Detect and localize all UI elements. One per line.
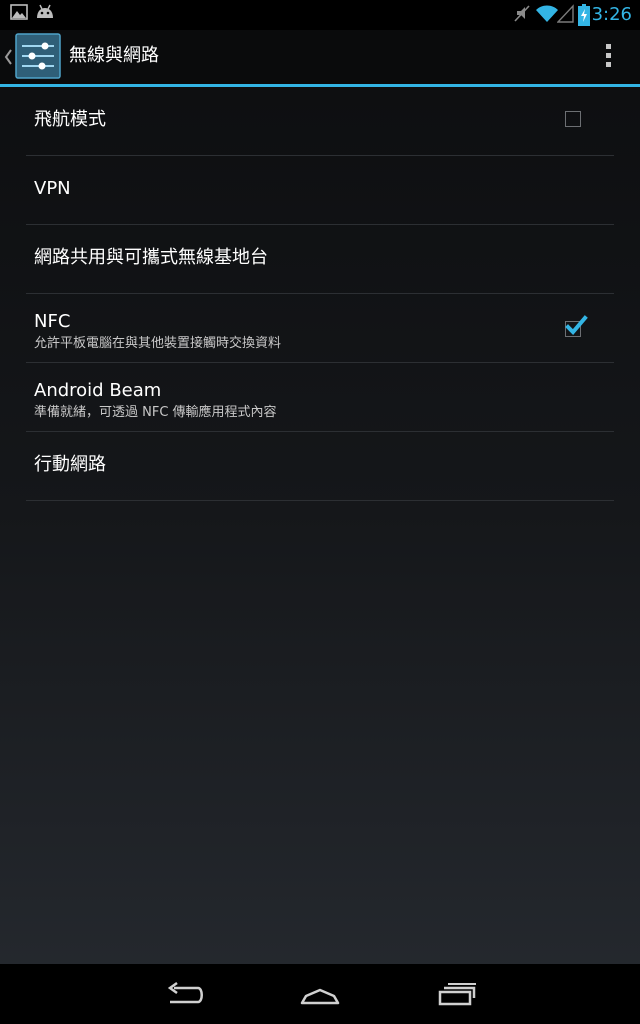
up-caret-icon[interactable]: [3, 47, 13, 67]
nfc-checkbox[interactable]: [565, 315, 588, 337]
battery-charging-icon: [578, 4, 590, 26]
settings-list: 飛航模式 VPN 網路共用與可攜式無線基地台 NFC 允許平板電腦在與其他裝置接…: [26, 87, 614, 501]
setting-vpn[interactable]: VPN: [26, 156, 614, 225]
airplane-mode-checkbox[interactable]: [565, 111, 581, 127]
setting-title: VPN: [34, 178, 71, 199]
setting-title: 行動網路: [34, 454, 106, 475]
wifi-icon: [536, 5, 558, 22]
signal-icon: [557, 4, 574, 23]
setting-android-beam[interactable]: Android Beam 準備就緒，可透過 NFC 傳輸應用程式內容: [26, 363, 614, 432]
action-bar: 無線與網路: [0, 30, 640, 84]
setting-title: 網路共用與可攜式無線基地台: [34, 247, 268, 268]
settings-sliders-icon[interactable]: [15, 33, 61, 79]
setting-mobile-network[interactable]: 行動網路: [26, 432, 614, 501]
screen: 3:26 無線與網路 飛航模式 VPN 網路共用與可攜式無線基地台 NFC 允許…: [0, 0, 640, 1024]
setting-title: Android Beam: [34, 380, 162, 401]
overflow-menu-icon[interactable]: [604, 44, 612, 70]
image-notification-icon: [10, 4, 28, 20]
home-icon[interactable]: [298, 976, 342, 1012]
back-icon[interactable]: [162, 976, 206, 1012]
recents-icon[interactable]: [436, 976, 480, 1012]
page-title: 無線與網路: [69, 45, 159, 66]
setting-nfc[interactable]: NFC 允許平板電腦在與其他裝置接觸時交換資料: [26, 294, 614, 363]
status-bar: 3:26: [0, 0, 640, 30]
mute-icon: [514, 5, 530, 22]
navigation-bar: [0, 964, 640, 1024]
status-time: 3:26: [591, 4, 632, 25]
setting-title: 飛航模式: [34, 109, 106, 130]
android-notification-icon: [37, 4, 53, 18]
setting-summary: 允許平板電腦在與其他裝置接觸時交換資料: [34, 336, 282, 351]
setting-title: NFC: [34, 311, 71, 332]
setting-summary: 準備就緒，可透過 NFC 傳輸應用程式內容: [34, 405, 277, 420]
checkmark-icon: [565, 315, 588, 335]
setting-airplane-mode[interactable]: 飛航模式: [26, 87, 614, 156]
setting-tethering-hotspot[interactable]: 網路共用與可攜式無線基地台: [26, 225, 614, 294]
